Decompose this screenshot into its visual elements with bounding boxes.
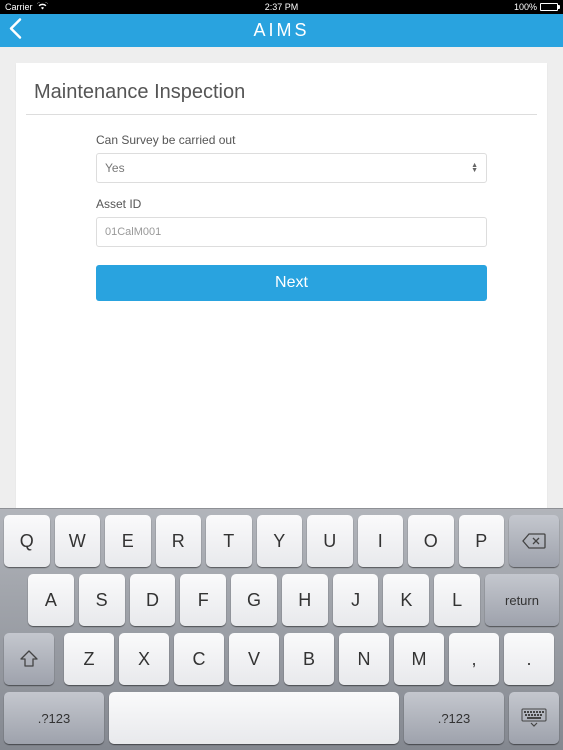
key-t[interactable]: T <box>206 515 252 567</box>
shift-icon <box>19 650 39 668</box>
status-bar: Carrier 2:37 PM 100% <box>0 0 563 14</box>
key-e[interactable]: E <box>105 515 151 567</box>
key-v[interactable]: V <box>229 633 279 685</box>
asset-label: Asset ID <box>96 197 487 211</box>
key-g[interactable]: G <box>231 574 277 626</box>
survey-label: Can Survey be carried out <box>96 133 487 147</box>
key-k[interactable]: K <box>383 574 429 626</box>
wifi-icon <box>37 2 48 12</box>
key-c[interactable]: C <box>174 633 224 685</box>
backspace-key[interactable] <box>509 515 559 567</box>
key-b[interactable]: B <box>284 633 334 685</box>
chevron-updown-icon: ▲▼ <box>471 163 478 173</box>
battery-label: 100% <box>514 2 537 12</box>
key-h[interactable]: H <box>282 574 328 626</box>
key-a[interactable]: A <box>28 574 74 626</box>
survey-value: Yes <box>105 161 125 175</box>
content-area: Maintenance Inspection Can Survey be car… <box>0 47 563 508</box>
key-m[interactable]: M <box>394 633 444 685</box>
asset-input[interactable] <box>96 217 487 247</box>
backspace-icon <box>522 533 546 549</box>
key-,[interactable]: , <box>449 633 499 685</box>
return-key[interactable]: return <box>485 574 559 626</box>
app-title: AIMS <box>253 20 309 41</box>
carrier-label: Carrier <box>5 2 33 12</box>
key-n[interactable]: N <box>339 633 389 685</box>
key-o[interactable]: O <box>408 515 454 567</box>
numeric-key-right[interactable]: .?123 <box>404 692 504 744</box>
key-x[interactable]: X <box>119 633 169 685</box>
key-s[interactable]: S <box>79 574 125 626</box>
battery-icon <box>540 3 558 11</box>
key-q[interactable]: Q <box>4 515 50 567</box>
next-button[interactable]: Next <box>96 265 487 301</box>
space-key[interactable] <box>109 692 399 744</box>
key-u[interactable]: U <box>307 515 353 567</box>
keyboard-dismiss-icon <box>521 708 547 728</box>
key-d[interactable]: D <box>130 574 176 626</box>
status-time: 2:37 PM <box>265 2 299 12</box>
key-z[interactable]: Z <box>64 633 114 685</box>
survey-select[interactable]: Yes ▲▼ <box>96 153 487 183</box>
key-i[interactable]: I <box>358 515 404 567</box>
numeric-key-left[interactable]: .?123 <box>4 692 104 744</box>
shift-key[interactable] <box>4 633 54 685</box>
key-r[interactable]: R <box>156 515 202 567</box>
dismiss-keyboard-key[interactable] <box>509 692 559 744</box>
keyboard: QWERTYUIOP ASDFGHJKL return ZXCVBNM,. .?… <box>0 508 563 750</box>
key-y[interactable]: Y <box>257 515 303 567</box>
page-title: Maintenance Inspection <box>26 81 537 115</box>
key-.[interactable]: . <box>504 633 554 685</box>
key-j[interactable]: J <box>333 574 379 626</box>
back-button[interactable] <box>8 17 22 44</box>
key-p[interactable]: P <box>459 515 505 567</box>
key-l[interactable]: L <box>434 574 480 626</box>
nav-bar: AIMS <box>0 14 563 47</box>
key-w[interactable]: W <box>55 515 101 567</box>
key-f[interactable]: F <box>180 574 226 626</box>
form-card: Maintenance Inspection Can Survey be car… <box>16 63 547 508</box>
